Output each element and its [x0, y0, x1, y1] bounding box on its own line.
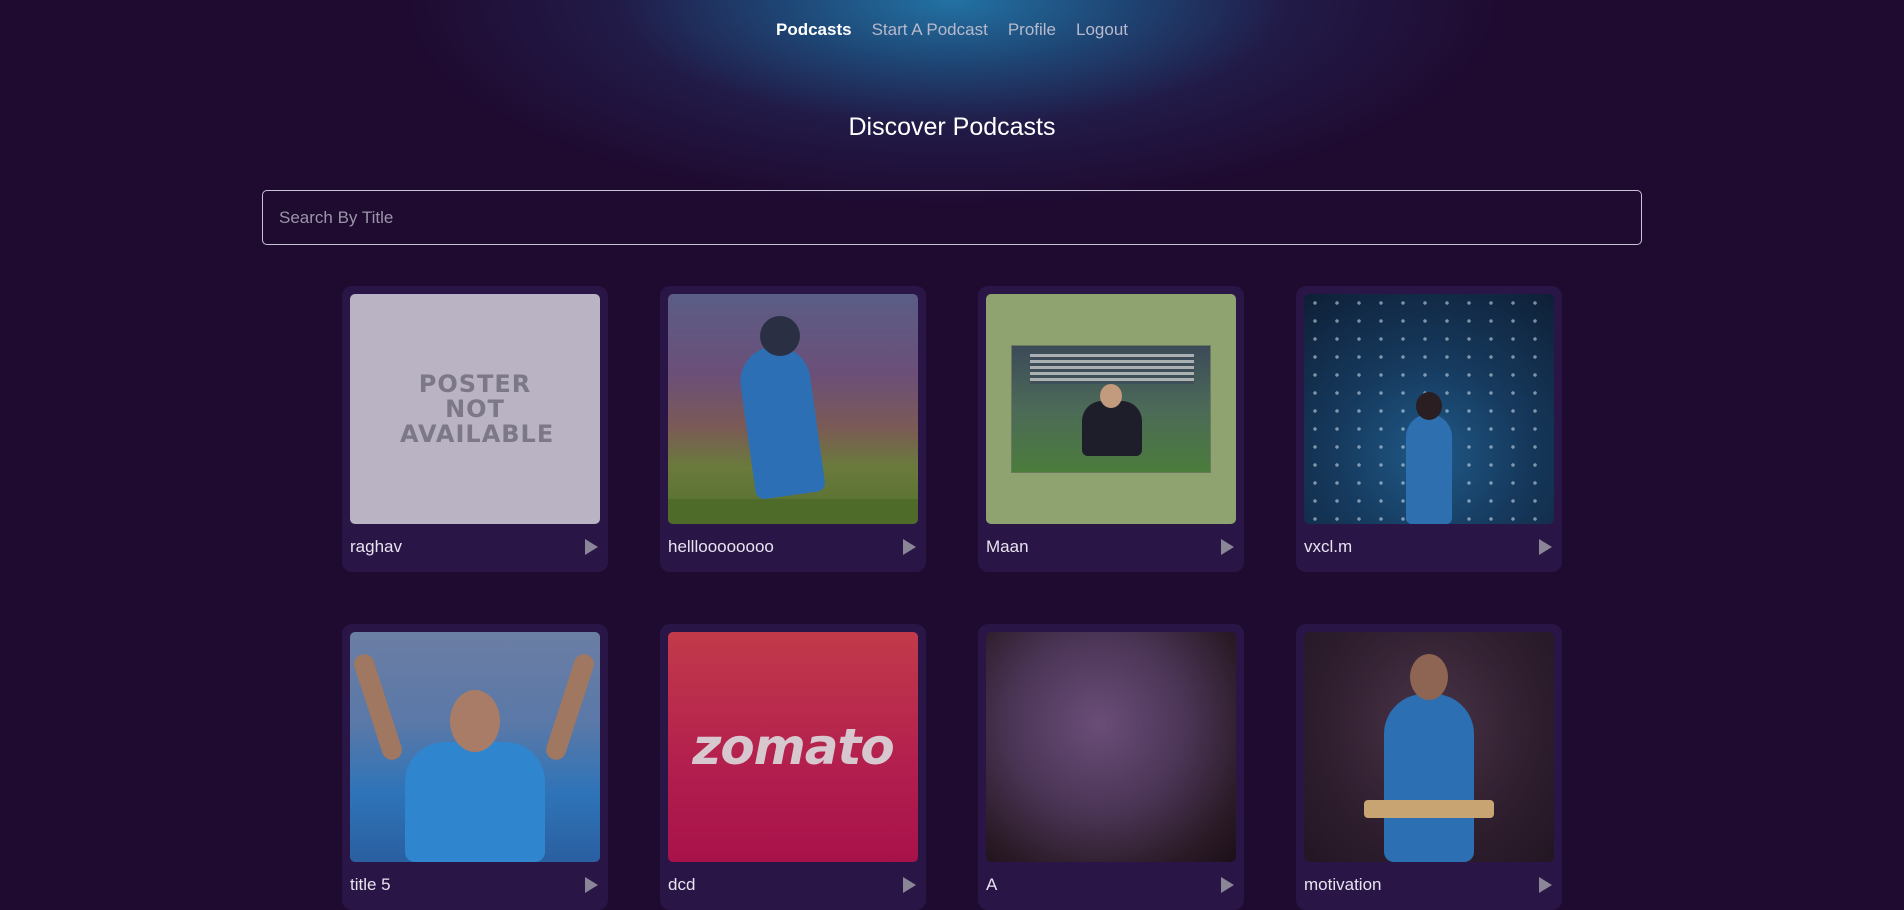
- podcast-thumbnail: [350, 632, 600, 862]
- play-icon[interactable]: [903, 539, 916, 555]
- play-icon[interactable]: [1221, 877, 1234, 893]
- play-icon[interactable]: [1539, 539, 1552, 555]
- cricketer-back-figure: [1406, 414, 1452, 524]
- nav-podcasts[interactable]: Podcasts: [776, 20, 852, 40]
- podcast-title: raghav: [350, 537, 402, 556]
- podcast-title: A: [986, 875, 998, 894]
- podcast-title: vxcl.m: [1304, 537, 1353, 556]
- play-icon[interactable]: [585, 539, 598, 555]
- cricketer-head: [1416, 392, 1442, 420]
- top-nav: Podcasts Start A Podcast Profile Logout: [0, 20, 1904, 40]
- nav-start-a-podcast[interactable]: Start A Podcast: [872, 20, 988, 40]
- podcast-card[interactable]: vxcl.m: [1296, 286, 1562, 572]
- podcast-card[interactable]: Maan: [978, 286, 1244, 572]
- podcast-thumbnail: zomato: [668, 632, 918, 862]
- podcast-card[interactable]: title 5: [342, 624, 608, 910]
- play-icon[interactable]: [1539, 877, 1552, 893]
- podcast-title: Maan: [986, 537, 1029, 556]
- podcast-title: title 5: [350, 875, 391, 894]
- podcast-thumbnail: [986, 294, 1236, 524]
- podcast-thumbnail: [1304, 294, 1554, 524]
- play-icon[interactable]: [1221, 539, 1234, 555]
- cricket-bat: [1364, 800, 1494, 818]
- podcast-card[interactable]: hellloooooooo: [660, 286, 926, 572]
- podcast-title: hellloooooooo: [668, 537, 774, 556]
- podcast-thumbnail: [668, 294, 918, 524]
- page-title: Discover Podcasts: [848, 113, 1056, 141]
- podcast-thumbnail: [1304, 632, 1554, 862]
- podcast-card[interactable]: motivation: [1296, 624, 1562, 910]
- cricketer-helmet: [760, 316, 800, 356]
- cricketer-head: [450, 690, 500, 752]
- nav-profile[interactable]: Profile: [1008, 20, 1056, 40]
- pitch-stripe: [668, 499, 918, 524]
- podcast-title: dcd: [668, 875, 696, 894]
- raised-arm-left: [351, 651, 405, 763]
- raised-arm-right: [543, 651, 597, 763]
- podcast-title: motivation: [1304, 875, 1382, 894]
- zomato-logo: zomato: [692, 718, 895, 776]
- caption-strip: [1030, 354, 1194, 384]
- podcast-thumbnail: [986, 632, 1236, 862]
- nav-logout[interactable]: Logout: [1076, 20, 1128, 40]
- podcast-grid: POSTER NOT AVAILABLE raghav helllooooooo…: [342, 286, 1562, 910]
- podcast-card[interactable]: POSTER NOT AVAILABLE raghav: [342, 286, 608, 572]
- podcast-card[interactable]: A: [978, 624, 1244, 910]
- podcast-thumbnail: POSTER NOT AVAILABLE: [350, 294, 600, 524]
- podcast-card[interactable]: zomato dcd: [660, 624, 926, 910]
- poster-not-available-text: POSTER NOT AVAILABLE: [400, 369, 555, 448]
- cricketer-figure: [1384, 694, 1474, 862]
- cricketer-head: [1410, 654, 1448, 700]
- search-input[interactable]: [262, 190, 1642, 245]
- play-icon[interactable]: [585, 877, 598, 893]
- cricketer-figure: [735, 341, 827, 501]
- sitting-man-head: [1100, 384, 1122, 408]
- play-icon[interactable]: [903, 877, 916, 893]
- cricketer-figure: [405, 742, 545, 862]
- maan-photo: [1011, 345, 1211, 473]
- page: Podcasts Start A Podcast Profile Logout …: [0, 0, 1904, 910]
- sitting-man-figure: [1082, 401, 1142, 456]
